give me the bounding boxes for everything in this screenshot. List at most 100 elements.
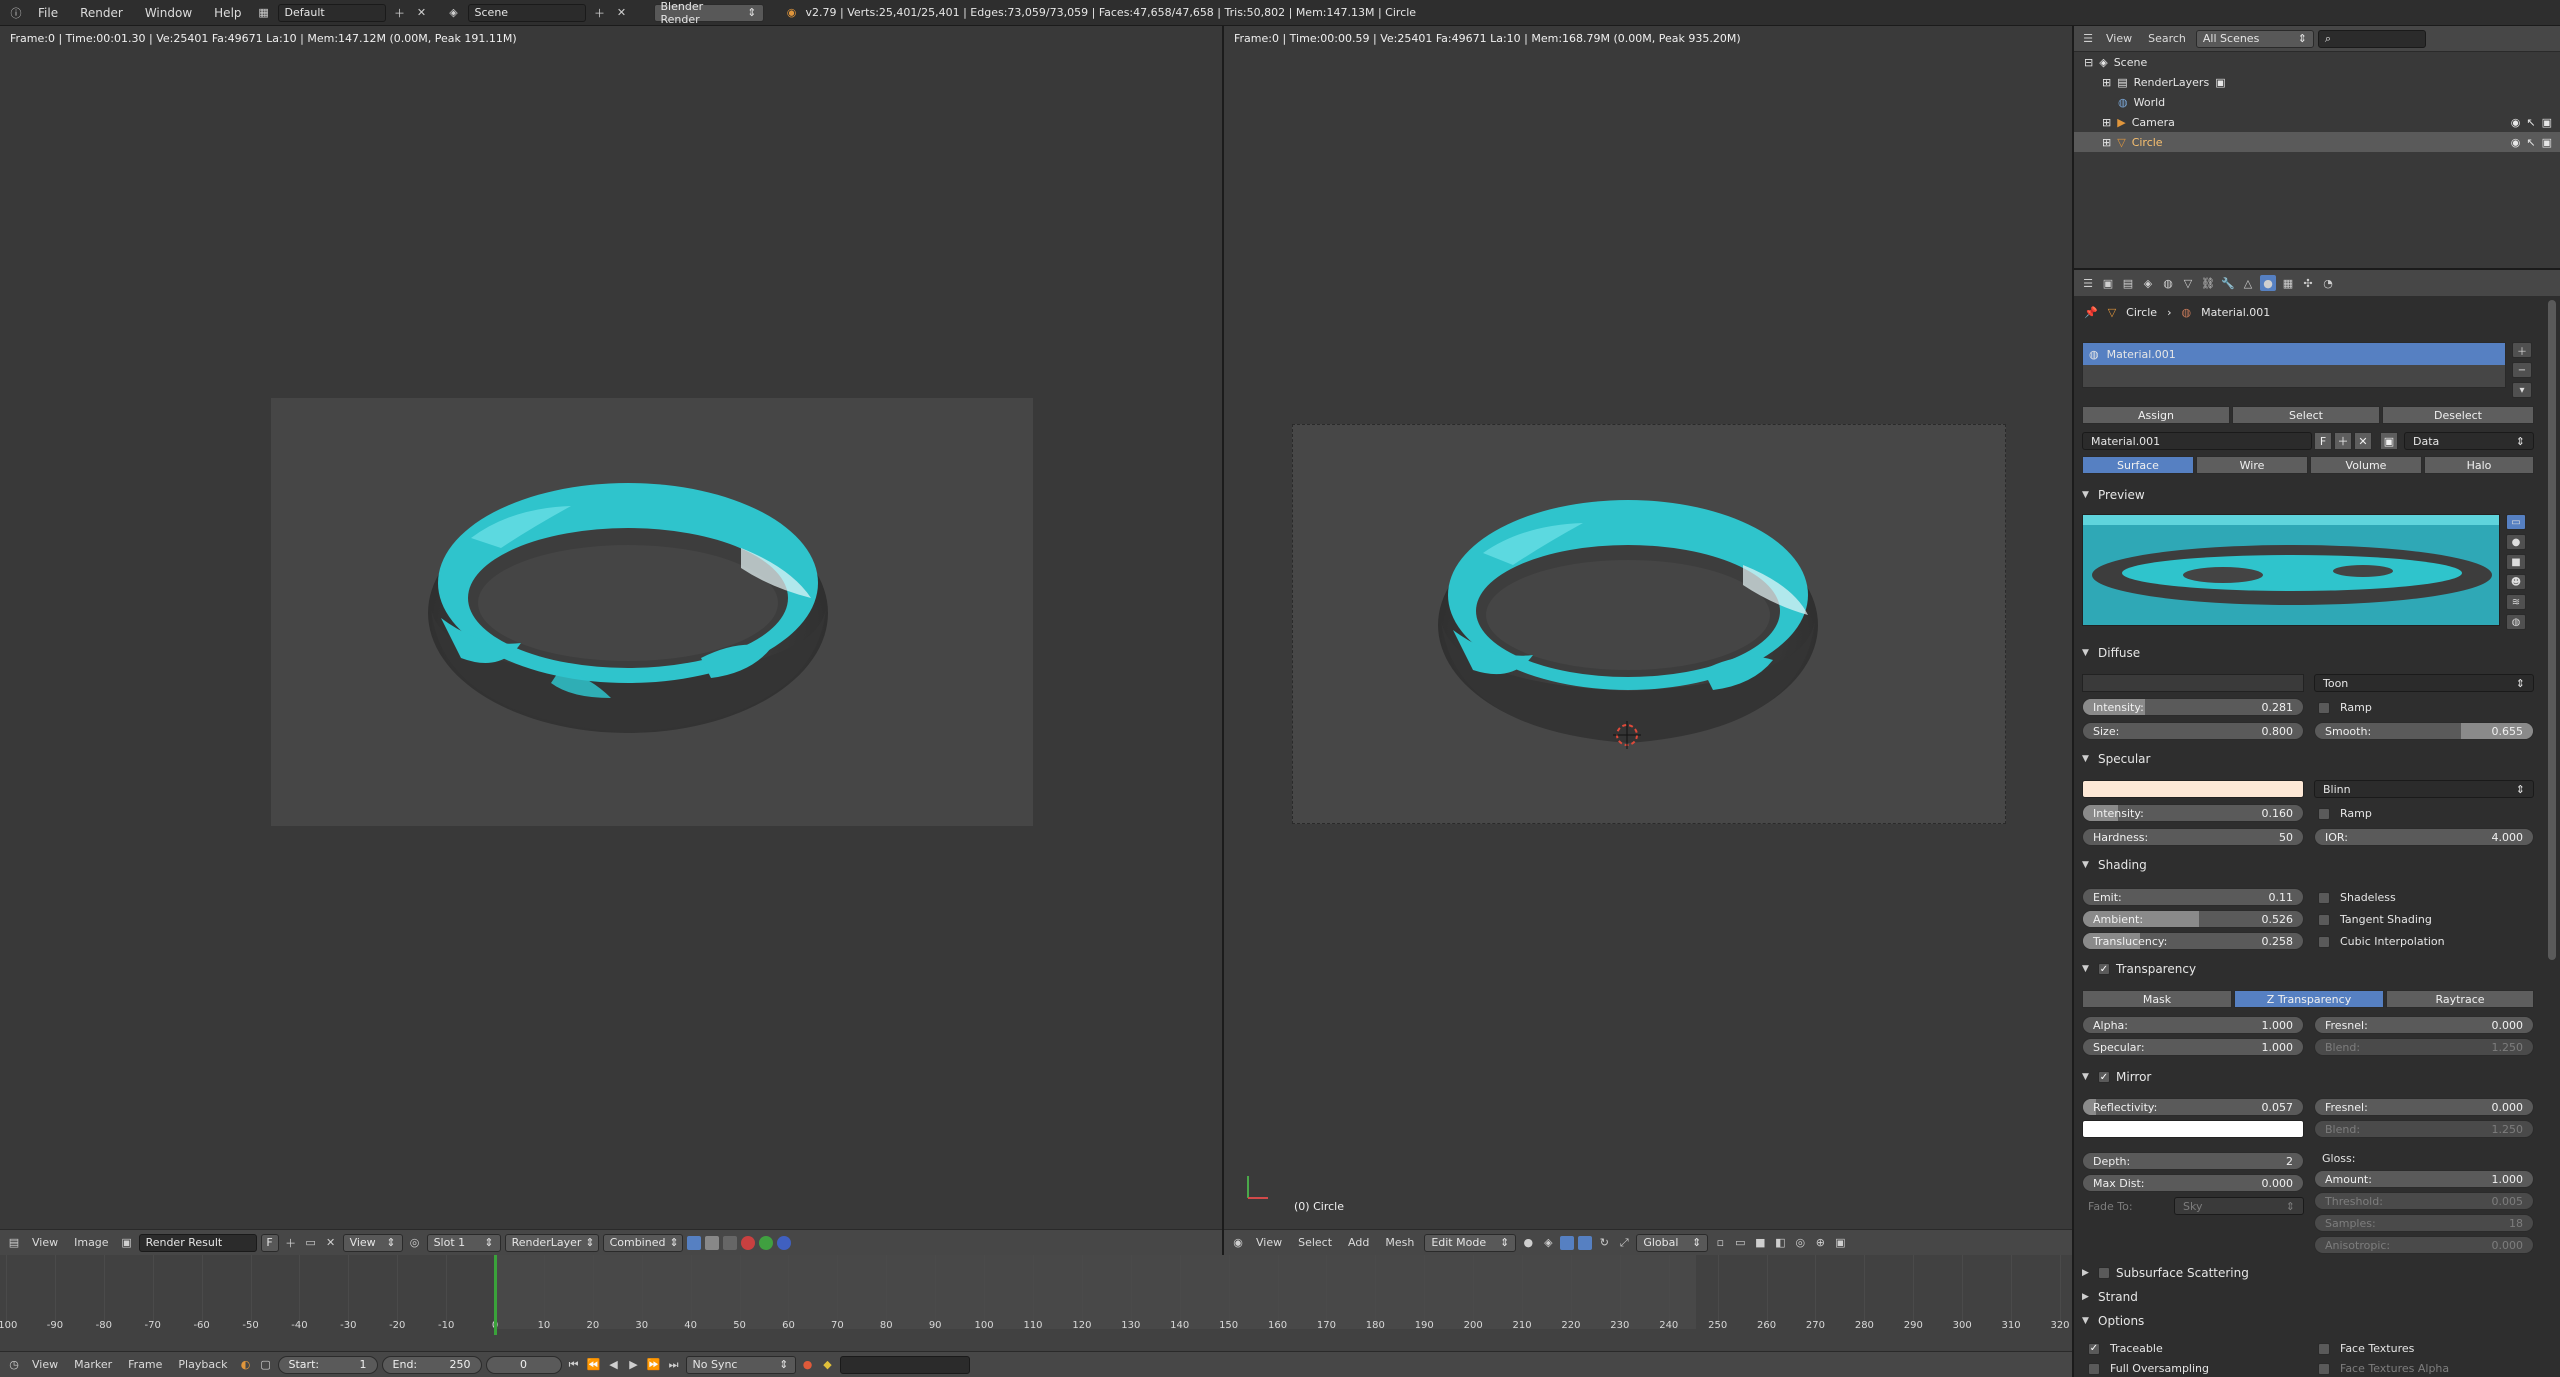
jump-start-icon[interactable]: ⏮	[566, 1357, 582, 1373]
editor-type-icon[interactable]: ⓘ	[8, 5, 24, 21]
slot-dropdown[interactable]: Slot 1 ⇕	[426, 1233, 501, 1252]
unlink-material-icon[interactable]: ✕	[2354, 432, 2372, 450]
vertex-select-icon[interactable]: ▫	[1712, 1235, 1728, 1251]
keying-set-icon[interactable]: ◆	[820, 1357, 836, 1373]
ambient-slider[interactable]: Ambient: 0.526	[2082, 910, 2304, 928]
specular-ramp-checkbox[interactable]: Ramp	[2318, 807, 2372, 820]
face-textures-checkbox[interactable]: Face Textures	[2318, 1342, 2414, 1355]
menu-add[interactable]: Add	[1342, 1236, 1375, 1249]
render-layer-dropdown[interactable]: RenderLayer ⇕	[504, 1233, 599, 1252]
transparency-mask-button[interactable]: Mask	[2082, 990, 2232, 1008]
menu-select[interactable]: Select	[1292, 1236, 1338, 1249]
render-camera-icon[interactable]: ▣	[2542, 136, 2552, 149]
visibility-eye-icon[interactable]: ◉	[2511, 116, 2521, 129]
lock-range-icon[interactable]: ▢	[258, 1357, 274, 1373]
checkbox-box[interactable]	[2318, 701, 2330, 714]
diffuse-intensity-slider[interactable]: Intensity: 0.281	[2082, 698, 2304, 716]
menu-view[interactable]: View	[2100, 32, 2138, 45]
menu-file[interactable]: File	[30, 6, 66, 20]
preview-plane-icon[interactable]: ▭	[2506, 514, 2526, 530]
mirror-color-swatch[interactable]	[2082, 1120, 2304, 1138]
tab-halo[interactable]: Halo	[2424, 456, 2534, 474]
tab-surface[interactable]: Surface	[2082, 456, 2194, 474]
screen-layout-icon[interactable]: ▦	[256, 5, 272, 21]
tangent-shading-checkbox[interactable]: Tangent Shading	[2318, 913, 2432, 926]
expand-icon[interactable]: ⊞	[2102, 116, 2111, 129]
remove-scene-icon[interactable]: ✕	[614, 5, 630, 21]
scene-tab-icon[interactable]: ◈	[2140, 275, 2156, 291]
assign-button[interactable]: Assign	[2082, 406, 2230, 424]
specular-hardness-field[interactable]: Hardness: 50	[2082, 828, 2304, 846]
diffuse-smooth-slider[interactable]: Smooth: 0.655	[2314, 722, 2534, 740]
visibility-eye-icon[interactable]: ◉	[2511, 136, 2521, 149]
alpha-icon[interactable]	[704, 1235, 719, 1250]
menu-marker[interactable]: Marker	[68, 1358, 118, 1371]
diffuse-size-field[interactable]: Size: 0.800	[2082, 722, 2304, 740]
mirror-max-dist-field[interactable]: Max Dist: 0.000	[2082, 1174, 2304, 1192]
3d-viewport[interactable]: Frame:0 | Time:00:00.59 | Ve:25401 Fa:49…	[1224, 26, 2072, 1229]
checkbox-box[interactable]	[2098, 1267, 2110, 1279]
proportional-edit-icon[interactable]: ◎	[1792, 1235, 1808, 1251]
pivot-icon[interactable]: ◎	[407, 1235, 423, 1251]
data-tab-icon[interactable]: △	[2240, 275, 2256, 291]
display-mode-dropdown[interactable]: All Scenes ⇕	[2195, 29, 2314, 48]
render-tab-icon[interactable]: ▣	[2100, 275, 2116, 291]
outliner-item-camera[interactable]: ⊞ ▶ Camera ◉ ↖ ▣	[2074, 112, 2560, 132]
play-icon[interactable]: ▶	[626, 1357, 642, 1373]
start-frame-field[interactable]: Start: 1	[277, 1355, 378, 1374]
add-scene-icon[interactable]: ＋	[592, 5, 608, 21]
specular-color-swatch[interactable]	[2082, 780, 2304, 798]
emit-field[interactable]: Emit: 0.11	[2082, 888, 2304, 906]
checkbox-box[interactable]: ✓	[2088, 1342, 2100, 1355]
menu-frame[interactable]: Frame	[122, 1358, 168, 1371]
gloss-amount-field[interactable]: Amount: 1.000	[2314, 1170, 2534, 1188]
world-tab-icon[interactable]: ◍	[2160, 275, 2176, 291]
properties-editor[interactable]: ☰ ▣ ▤ ◈ ◍ ▽ ⛓ 🔧 △ ● ▦ ✣ ◔ 📌 ▽ Circle › ◍…	[2072, 268, 2560, 1377]
menu-help[interactable]: Help	[206, 6, 249, 20]
editor-type-icon[interactable]: ◷	[6, 1357, 22, 1373]
preview-cube-icon[interactable]: ■	[2506, 554, 2526, 570]
expand-icon[interactable]: ⊟	[2084, 56, 2093, 69]
unlink-image-icon[interactable]: ✕	[323, 1235, 339, 1251]
blue-channel-icon[interactable]	[776, 1235, 791, 1250]
sss-panel-header[interactable]: ▶ Subsurface Scattering	[2074, 1262, 2249, 1284]
preview-sky-icon[interactable]: ◍	[2506, 614, 2526, 630]
fake-user-button[interactable]: F	[2314, 432, 2332, 450]
checkbox-box[interactable]: ✓	[2098, 1071, 2110, 1083]
add-layout-icon[interactable]: ＋	[392, 5, 408, 21]
red-channel-icon[interactable]	[740, 1235, 755, 1250]
diffuse-panel-header[interactable]: ▼ Diffuse	[2074, 642, 2140, 664]
tab-wire[interactable]: Wire	[2196, 456, 2308, 474]
remove-slot-icon[interactable]: −	[2512, 362, 2532, 378]
image-name-field[interactable]: Render Result	[138, 1233, 257, 1252]
checkbox-box[interactable]: ✓	[2098, 963, 2110, 975]
specular-ior-field[interactable]: IOR: 4.000	[2314, 828, 2534, 846]
preview-panel-header[interactable]: ▼ Preview	[2074, 484, 2145, 506]
particles-tab-icon[interactable]: ✣	[2300, 275, 2316, 291]
new-material-icon[interactable]: ＋	[2334, 432, 2352, 450]
select-button[interactable]: Select	[2232, 406, 2380, 424]
menu-mesh[interactable]: Mesh	[1379, 1236, 1420, 1249]
options-panel-header[interactable]: ▼ Options	[2074, 1310, 2144, 1332]
jump-end-icon[interactable]: ⏭	[666, 1357, 682, 1373]
material-datablock-field[interactable]: Material.001	[2082, 432, 2312, 450]
z-buffer-icon[interactable]	[722, 1235, 737, 1250]
specular-intensity-slider[interactable]: Intensity: 0.160	[2082, 804, 2304, 822]
menu-render[interactable]: Render	[72, 6, 131, 20]
material-tab-icon[interactable]: ●	[2260, 275, 2276, 291]
record-icon[interactable]: ●	[800, 1357, 816, 1373]
translucency-slider[interactable]: Translucency: 0.258	[2082, 932, 2304, 950]
outliner-item-world[interactable]: ◍ World	[2074, 92, 2560, 112]
edge-select-icon[interactable]: ▭	[1732, 1235, 1748, 1251]
mirror-depth-field[interactable]: Depth: 2	[2082, 1152, 2304, 1170]
full-oversampling-checkbox[interactable]: Full Oversampling	[2088, 1362, 2209, 1375]
sss-checkbox[interactable]	[2098, 1267, 2110, 1279]
occlude-icon[interactable]: ◧	[1772, 1235, 1788, 1251]
transparency-fresnel-field[interactable]: Fresnel: 0.000	[2314, 1016, 2534, 1034]
image-browse-icon[interactable]: ▣	[119, 1235, 135, 1251]
new-image-icon[interactable]: ＋	[283, 1235, 299, 1251]
diffuse-ramp-checkbox[interactable]: Ramp	[2318, 701, 2372, 714]
outliner-search-input[interactable]: ⌕	[2317, 29, 2426, 48]
rotate-icon[interactable]: ↻	[1596, 1235, 1612, 1251]
timeline[interactable]: -100-90-80-70-60-50-40-30-20-10010203040…	[0, 1255, 2072, 1351]
